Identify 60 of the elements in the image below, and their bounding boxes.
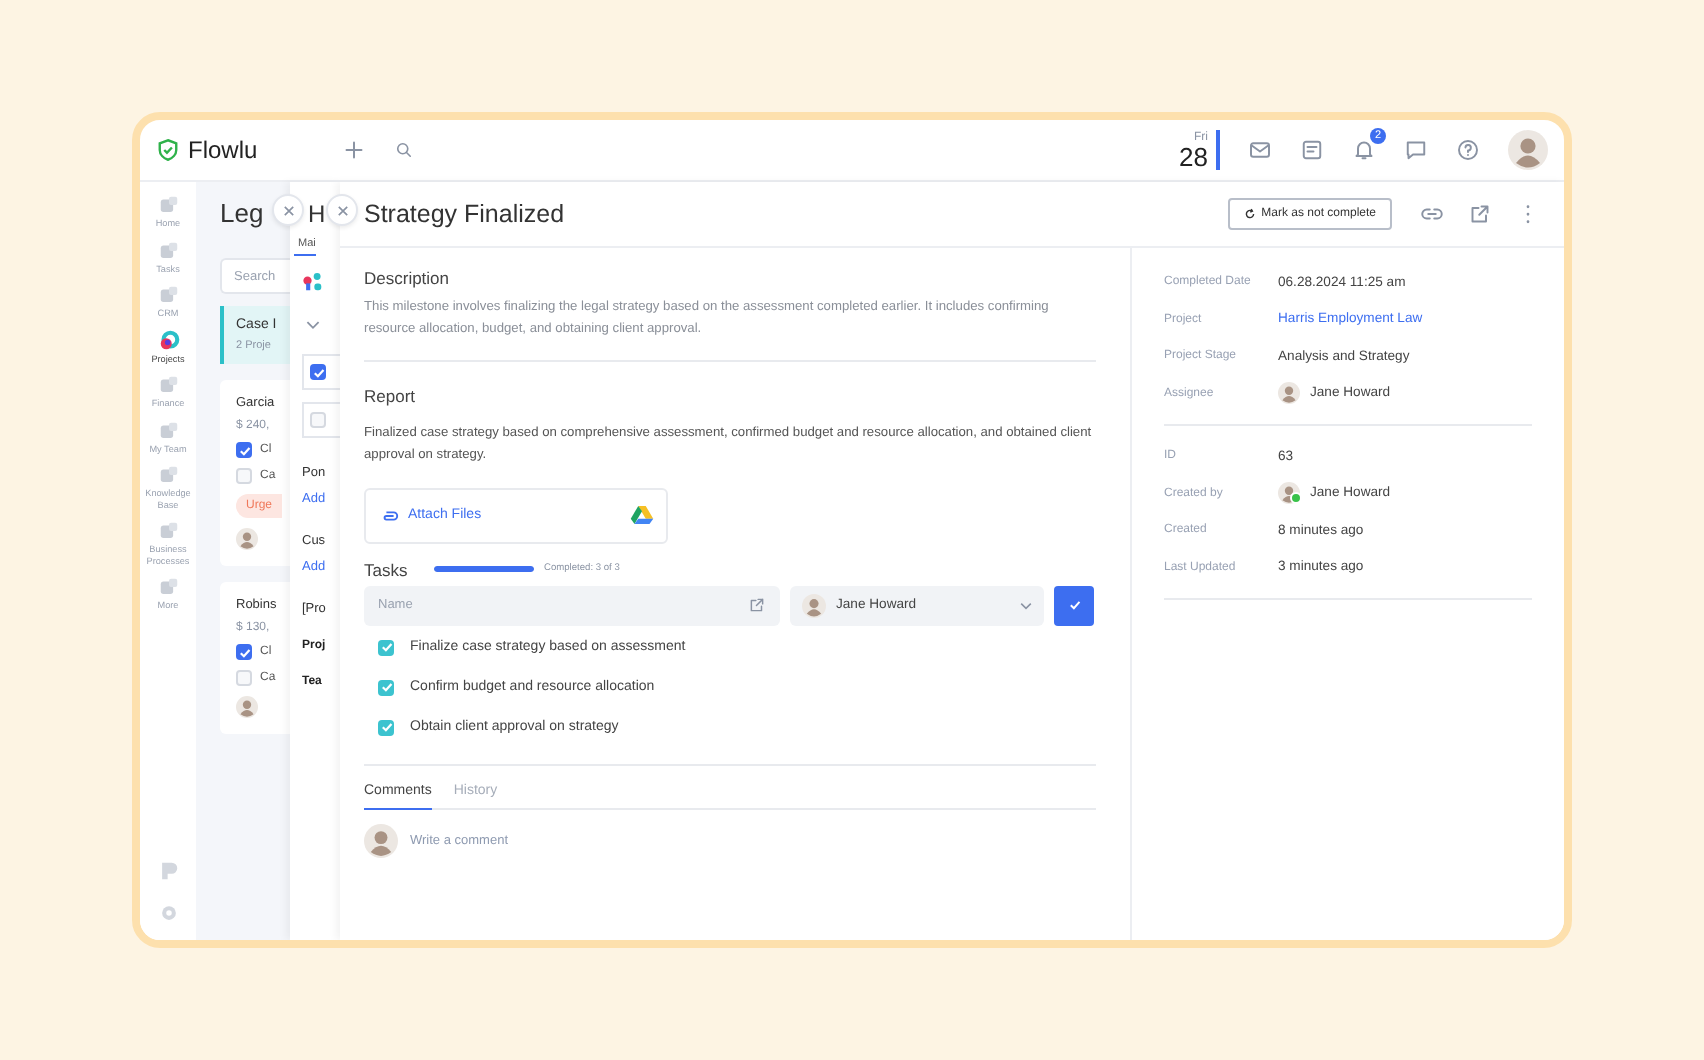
logo-text[interactable]: Flowlu: [188, 136, 258, 164]
checkbox[interactable]: [378, 679, 394, 696]
avatar-silhouette: [802, 593, 826, 618]
checkbox[interactable]: [378, 719, 394, 736]
refresh-icon: [1243, 208, 1256, 220]
drive-icon[interactable]: [630, 504, 654, 527]
section-heading: Tasks: [364, 559, 410, 580]
check-icon: [379, 680, 393, 695]
checkbox[interactable]: [236, 670, 252, 686]
chevron-icon[interactable]: [306, 320, 320, 330]
external-link-icon[interactable]: [1468, 202, 1492, 226]
check-icon: [237, 645, 251, 659]
module-icon: [157, 419, 179, 441]
search-icon[interactable]: [393, 140, 414, 160]
check-icon: [379, 720, 393, 735]
module-icon: [157, 239, 179, 261]
check-icon: [379, 640, 393, 655]
avatar-silhouette: [1278, 382, 1300, 405]
checkbox[interactable]: [378, 639, 394, 656]
section-heading: Report: [364, 386, 418, 407]
close-icon: [335, 203, 349, 217]
confirm-button[interactable]: [1054, 585, 1094, 626]
checkbox[interactable]: [310, 412, 326, 428]
section-heading: Description: [364, 268, 452, 288]
note-icon[interactable]: [1300, 138, 1324, 162]
avatar-silhouette: [236, 528, 258, 550]
shapes-icon: [302, 272, 324, 292]
panel-title: Leg: [220, 196, 264, 232]
external-link-icon[interactable]: [748, 596, 766, 615]
logo-check-icon: [156, 138, 180, 162]
checkbox[interactable]: [310, 364, 326, 380]
panel-title: H: [308, 198, 326, 232]
module-icon: [157, 284, 179, 306]
check-icon: [1067, 598, 1081, 613]
ring-icon: [157, 329, 179, 351]
check-icon: [237, 443, 251, 457]
module-icon: [157, 464, 179, 486]
mail-icon[interactable]: [1248, 138, 1272, 162]
chat-icon[interactable]: [1404, 138, 1428, 162]
module-icon: [157, 576, 179, 598]
check-icon: [311, 365, 325, 379]
avatar-silhouette: [364, 823, 398, 858]
chevron-icon: [1020, 601, 1032, 610]
checkbox[interactable]: [236, 442, 252, 458]
checkbox[interactable]: [236, 468, 252, 484]
paperclip-icon: [380, 509, 400, 522]
checkbox[interactable]: [236, 644, 252, 660]
milestone-title: Strategy Finalized: [364, 200, 567, 228]
plus-icon[interactable]: [341, 138, 366, 162]
close-button[interactable]: [272, 194, 304, 226]
module-icon: [157, 374, 179, 396]
close-icon: [281, 203, 295, 217]
avatar-silhouette: [1508, 130, 1548, 170]
close-button[interactable]: [326, 194, 358, 226]
help-icon[interactable]: [1456, 138, 1480, 162]
module-icon: [157, 194, 179, 216]
avatar-silhouette: [236, 696, 258, 718]
date-number[interactable]: 28: [1179, 143, 1208, 169]
module-icon: [157, 520, 179, 542]
bell-icon[interactable]: [1352, 138, 1376, 162]
